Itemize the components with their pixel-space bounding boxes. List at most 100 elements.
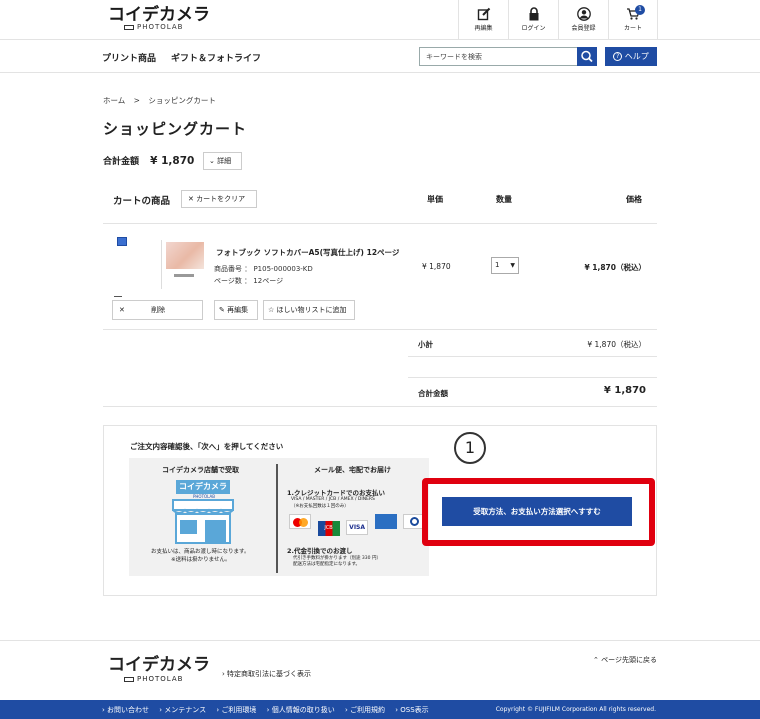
- subtotal-label: 小計: [418, 340, 433, 349]
- footer-divider: [0, 640, 760, 641]
- reedit-label: 再編集: [227, 306, 249, 314]
- store-sign: コイデカメラ: [176, 480, 230, 494]
- amex-icon: [374, 514, 397, 529]
- nav-gift-photolife[interactable]: ギフト＆フォトライフ: [171, 51, 261, 64]
- subtotal-value: ¥ 1,870（税込）: [587, 340, 646, 349]
- search-icon: [581, 50, 593, 63]
- photolab-icon: [124, 24, 134, 30]
- divider: [103, 406, 657, 407]
- quantity-select[interactable]: 1 ▼: [491, 257, 519, 274]
- image-placeholder-icon: [117, 237, 127, 246]
- footer-logo[interactable]: コイデカメラ PHOTOLAB: [108, 655, 210, 683]
- search-input[interactable]: キーワードを検索: [419, 47, 597, 66]
- chevron-down-icon: ⌄: [209, 157, 215, 165]
- nav-print-products[interactable]: プリント商品: [102, 51, 156, 64]
- jcb-icon: JCB: [317, 521, 340, 536]
- checkbox-stub: [114, 296, 122, 297]
- edit-icon: [477, 7, 490, 21]
- total-value: ¥ 1,870: [150, 155, 195, 167]
- close-icon: ✕: [119, 306, 125, 314]
- product-code: 商品番号 ： P105-000003-KD: [214, 265, 313, 273]
- help-label: ヘルプ: [624, 52, 649, 61]
- help-circle-icon: ?: [613, 52, 623, 61]
- delete-button[interactable]: ✕ 削除: [112, 300, 203, 320]
- reedit-button[interactable]: ✎ 再編集: [214, 300, 258, 320]
- header-register-link[interactable]: 会員登録: [558, 0, 608, 39]
- footer-link-contact[interactable]: › お問い合わせ: [102, 706, 153, 714]
- col-price: 価格: [626, 195, 642, 204]
- divider: [103, 223, 657, 224]
- step-number-badge: 1: [454, 432, 486, 464]
- breadcrumb-home[interactable]: ホーム: [103, 96, 125, 105]
- breadcrumb: ホーム > ショッピングカート: [103, 95, 216, 106]
- delivery-info-panel: コイデカメラ店舗で受取 コイデカメラ PHOTOLAB お支払いは、商品お渡し時…: [129, 458, 429, 576]
- user-icon: [576, 7, 591, 21]
- footer-link-oss[interactable]: › OSS表示: [395, 706, 432, 714]
- divider: [103, 329, 657, 330]
- page-top-link[interactable]: ⌃ ページ先頭に戻る: [593, 655, 657, 665]
- header-cart-link[interactable]: カート 1: [608, 0, 658, 39]
- divider: [408, 356, 657, 357]
- edit-icon: ✎: [219, 306, 225, 314]
- checkout-instruction: ご注文内容確認後、「次へ」を押してください: [130, 442, 284, 451]
- footer-link-environment[interactable]: › ご利用環境: [216, 706, 260, 714]
- header-reedit-link[interactable]: 再編集: [458, 0, 508, 39]
- breadcrumb-separator: >: [133, 96, 140, 105]
- photolab-icon: [124, 676, 134, 682]
- credit-card-title: 1.クレジットカードでのお支払い: [287, 489, 385, 497]
- header-login-link[interactable]: ログイン: [508, 0, 558, 39]
- total-summary: 合計金額 ¥ 1,870: [103, 154, 194, 167]
- quantity-value: 1: [495, 261, 500, 269]
- detail-toggle-button[interactable]: ⌄ 詳細: [203, 152, 242, 170]
- footer-bar: › お問い合わせ › メンテナンス › ご利用環境 › 個人情報の取り扱い › …: [0, 700, 760, 719]
- header-register-label: 会員登録: [571, 25, 596, 32]
- footer-logo-subtext: PHOTOLAB: [137, 675, 184, 683]
- clear-cart-button[interactable]: ✕ カートをクリア: [181, 190, 257, 208]
- site-logo[interactable]: コイデカメラ PHOTOLAB: [108, 5, 210, 31]
- wishlist-button[interactable]: ☆ ほしい物リストに追加: [263, 300, 355, 320]
- grand-total-label: 合計金額: [418, 389, 448, 398]
- product-price: ¥ 1,870（税込）: [584, 263, 646, 272]
- delivery-title: メール便、宅配でお届け: [314, 466, 391, 474]
- storefront-icon: [172, 499, 234, 544]
- card-brands-text: VISA / MASTER / JCB / AMEX / DINERS: [291, 497, 375, 502]
- footer-link-maintenance[interactable]: › メンテナンス: [159, 706, 210, 714]
- delete-label: 削除: [151, 306, 166, 314]
- grand-total-value: ¥ 1,870: [603, 385, 646, 396]
- cart-count-badge: 1: [635, 5, 645, 15]
- page-top-label: ページ先頭に戻る: [601, 656, 657, 664]
- search-button[interactable]: [577, 47, 597, 66]
- mastercard-icon: [289, 514, 311, 529]
- divider: [408, 377, 657, 378]
- card-logos: JCB VISA: [289, 514, 426, 536]
- logo-text: コイデカメラ: [108, 5, 210, 25]
- product-pages: ページ数 ： 12ページ: [214, 277, 284, 285]
- breadcrumb-current: ショッピングカート: [148, 96, 216, 105]
- close-icon: ✕: [188, 195, 194, 203]
- search-placeholder: キーワードを検索: [426, 53, 482, 61]
- lock-icon: [529, 7, 538, 21]
- cart-section-label: カートの商品: [113, 196, 171, 207]
- col-qty: 数量: [496, 195, 512, 204]
- legal-notice-link[interactable]: › 特定商取引法に基づく表示: [222, 669, 311, 679]
- footer-logo-text: コイデカメラ: [108, 655, 210, 675]
- store-note-shipping: ※送料は掛かりません。: [171, 557, 231, 563]
- store-note-payment: お支払いは、商品お渡し時になります。: [151, 549, 250, 555]
- header-login-label: ログイン: [521, 25, 546, 32]
- legal-notice-label: 特定商取引法に基づく表示: [227, 670, 312, 678]
- store-pickup-title: コイデカメラ店舗で受取: [162, 466, 239, 474]
- footer-link-privacy[interactable]: › 個人情報の取り扱い: [267, 706, 339, 714]
- panel-divider: [276, 464, 278, 573]
- site-header: コイデカメラ PHOTOLAB 再編集 ログイン 会員登録 カート 1: [0, 0, 760, 40]
- wishlist-label: ほしい物リストに追加: [276, 306, 347, 314]
- visa-icon: VISA: [346, 520, 369, 535]
- copyright-text: Copyright © FUJIFILM Corporation All rig…: [495, 706, 656, 713]
- caret-down-icon: ▼: [510, 262, 515, 269]
- photobook-image: [166, 242, 204, 269]
- help-button[interactable]: ? ヘルプ: [605, 47, 657, 66]
- product-unit-price: ¥ 1,870: [422, 262, 451, 271]
- proceed-to-checkout-button[interactable]: 受取方法、お支払い方法選択へすすむ: [442, 497, 632, 526]
- header-reedit-label: 再編集: [474, 25, 493, 32]
- footer-link-terms[interactable]: › ご利用規約: [345, 706, 389, 714]
- total-label: 合計金額: [103, 157, 140, 167]
